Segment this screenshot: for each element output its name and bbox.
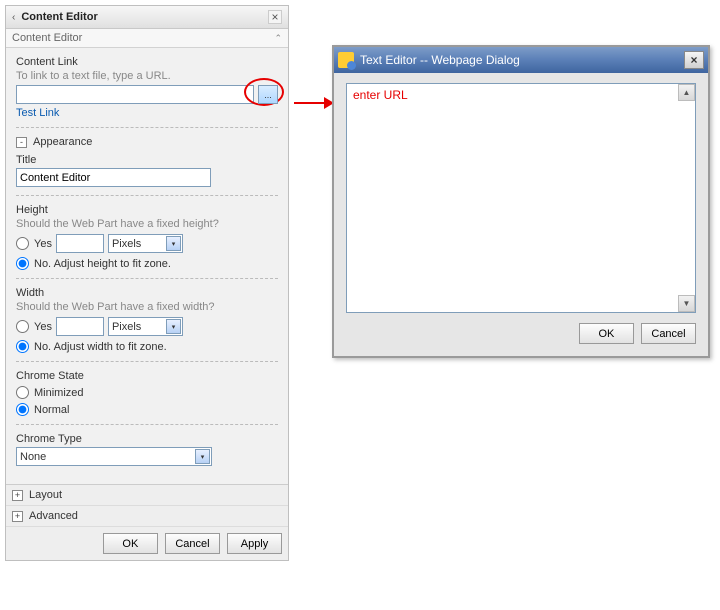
width-value-input[interactable] (56, 317, 104, 336)
width-no-label: No. Adjust width to fit zone. (34, 341, 167, 353)
width-yes-radio[interactable] (16, 320, 29, 333)
content-editor-panel: ‹ Content Editor × Content Editor ⌃ Cont… (5, 5, 289, 561)
chrome-state-label: Chrome State (16, 370, 278, 382)
width-unit-value: Pixels (112, 321, 166, 333)
content-link-row: ... (16, 85, 278, 104)
title-label: Title (16, 154, 278, 166)
chrome-normal-label: Normal (34, 404, 69, 416)
chevron-left-icon[interactable]: ‹ (12, 12, 15, 23)
textarea-content: enter URL (347, 84, 695, 106)
height-hint: Should the Web Part have a fixed height? (16, 218, 278, 230)
panel-body: Content Link To link to a text file, typ… (6, 48, 288, 484)
width-hint: Should the Web Part have a fixed width? (16, 301, 278, 313)
chrome-minimized-label: Minimized (34, 387, 84, 399)
width-no-radio[interactable] (16, 340, 29, 353)
cancel-button[interactable]: Cancel (165, 533, 220, 554)
chrome-minimized-radio[interactable] (16, 386, 29, 399)
chrome-normal-row: Normal (16, 403, 278, 416)
chevron-down-icon: ▾ (166, 236, 181, 251)
title-input[interactable] (16, 168, 211, 187)
ok-button[interactable]: OK (579, 323, 634, 344)
height-yes-row: Yes Pixels ▾ (16, 234, 278, 253)
close-icon[interactable]: × (684, 51, 704, 69)
apply-button[interactable]: Apply (227, 533, 282, 554)
test-link[interactable]: Test Link (16, 107, 59, 119)
scroll-up-icon[interactable]: ▲ (678, 84, 695, 101)
chrome-type-dropdown[interactable]: None ▾ (16, 447, 212, 466)
ie-page-icon (338, 52, 354, 68)
chevron-down-icon: ▾ (166, 319, 181, 334)
content-link-label: Content Link (16, 56, 278, 68)
width-no-row: No. Adjust width to fit zone. (16, 340, 278, 353)
close-icon[interactable]: × (268, 10, 282, 24)
layout-section[interactable]: + Layout (6, 484, 288, 505)
chrome-normal-radio[interactable] (16, 403, 29, 416)
chrome-type-label: Chrome Type (16, 433, 278, 445)
height-value-input[interactable] (56, 234, 104, 253)
content-link-input[interactable] (16, 85, 254, 104)
content-link-hint: To link to a text file, type a URL. (16, 70, 278, 82)
height-no-row: No. Adjust height to fit zone. (16, 257, 278, 270)
height-unit-value: Pixels (112, 238, 166, 250)
dialog-body: enter URL ▲ ▼ OK Cancel (334, 73, 708, 356)
ok-button[interactable]: OK (103, 533, 158, 554)
height-yes-radio[interactable] (16, 237, 29, 250)
panel-title: Content Editor (21, 11, 268, 23)
collapse-icon[interactable]: ⌃ (274, 33, 282, 44)
dialog-title: Text Editor -- Webpage Dialog (360, 53, 684, 67)
chevron-down-icon: ▾ (195, 449, 210, 464)
panel-subheader[interactable]: Content Editor ⌃ (6, 29, 288, 48)
plus-icon[interactable]: + (12, 511, 23, 522)
chrome-minimized-row: Minimized (16, 386, 278, 399)
cancel-button[interactable]: Cancel (641, 323, 696, 344)
advanced-section[interactable]: + Advanced (6, 505, 288, 526)
panel-subtitle: Content Editor (12, 32, 274, 44)
plus-icon[interactable]: + (12, 490, 23, 501)
width-unit-dropdown[interactable]: Pixels ▾ (108, 317, 183, 336)
appearance-section-header[interactable]: - Appearance (16, 136, 278, 148)
height-label: Height (16, 204, 278, 216)
scroll-down-icon[interactable]: ▼ (678, 295, 695, 312)
width-label: Width (16, 287, 278, 299)
advanced-label: Advanced (29, 510, 78, 522)
minus-icon[interactable]: - (16, 137, 27, 148)
dialog-titlebar: Text Editor -- Webpage Dialog × (334, 47, 708, 73)
panel-button-row: OK Cancel Apply (6, 526, 288, 560)
width-yes-row: Yes Pixels ▾ (16, 317, 278, 336)
panel-header: ‹ Content Editor × (6, 6, 288, 29)
height-no-label: No. Adjust height to fit zone. (34, 258, 171, 270)
arrow-icon (294, 97, 334, 109)
width-yes-label: Yes (34, 321, 52, 333)
text-editor-dialog: Text Editor -- Webpage Dialog × enter UR… (332, 45, 710, 358)
height-yes-label: Yes (34, 238, 52, 250)
layout-label: Layout (29, 489, 62, 501)
appearance-label: Appearance (33, 136, 92, 148)
text-editor-textarea[interactable]: enter URL ▲ ▼ (346, 83, 696, 313)
height-no-radio[interactable] (16, 257, 29, 270)
dialog-button-row: OK Cancel (346, 323, 696, 344)
chrome-type-value: None (20, 451, 195, 463)
height-unit-dropdown[interactable]: Pixels ▾ (108, 234, 183, 253)
browse-button[interactable]: ... (258, 85, 278, 104)
